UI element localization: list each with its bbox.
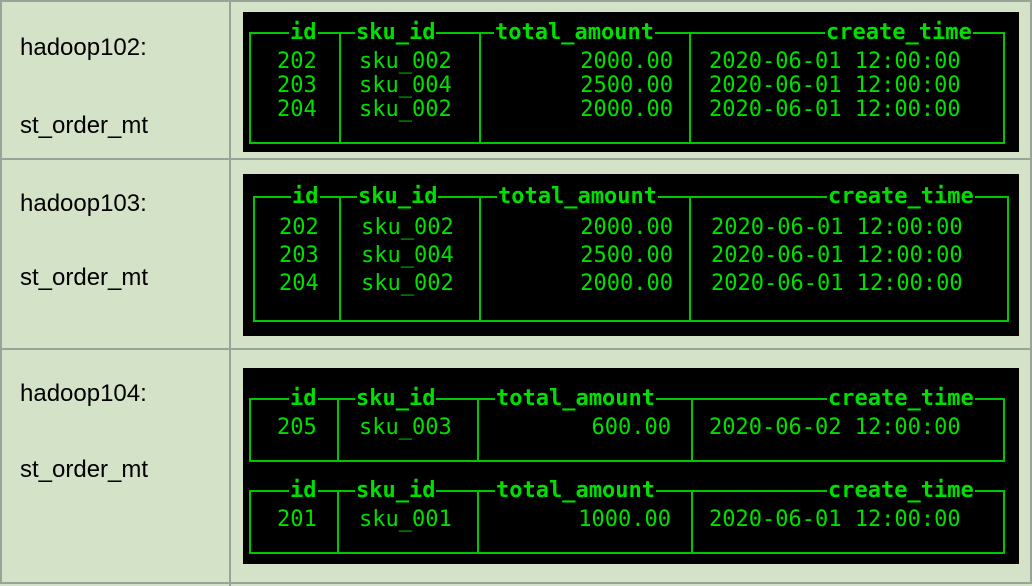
cell-create-time: 2020-06-02 12:00:00 <box>709 415 961 440</box>
cell-total-amount: 2500.00 <box>580 243 673 268</box>
header-total-amount: total_amount <box>494 20 655 46</box>
result-table: id sku_id total_amount create_time 202 s… <box>253 184 1009 322</box>
column-separator <box>477 400 479 460</box>
terminal-output: id sku_id total_amount create_time 202 s… <box>243 12 1019 152</box>
host-label: hadoop104: <box>20 380 147 407</box>
cell-total-amount: 2000.00 <box>580 215 673 240</box>
cell-sku-id: sku_004 <box>361 243 454 268</box>
header-sku-id: sku_id <box>355 20 437 46</box>
header-create-time: create_time <box>827 386 975 412</box>
column-separator <box>689 34 691 142</box>
column-separator <box>479 198 481 320</box>
table-name-label: st_order_mt <box>20 112 149 139</box>
cell-id: 205 <box>277 415 317 440</box>
cell-sku-id: sku_002 <box>361 271 454 296</box>
table-name-label: st_order_mt <box>20 264 149 291</box>
cell-total-amount: 1000.00 <box>578 507 671 532</box>
column-separator <box>479 34 481 142</box>
header-sku-id: sku_id <box>355 478 437 504</box>
header-create-time: create_time <box>827 184 975 210</box>
terminal-output: id sku_id total_amount create_time 205 s… <box>243 368 1019 564</box>
header-id: id <box>291 184 320 210</box>
cell-id: 204 <box>279 271 319 296</box>
table-name-label: st_order_mt <box>20 456 149 483</box>
cell-id: 201 <box>277 507 317 532</box>
header-sku-id: sku_id <box>357 184 439 210</box>
cell-create-time: 2020-06-01 12:00:00 <box>711 243 963 268</box>
cell-total-amount: 2500.00 <box>580 73 673 98</box>
header-sku-id: sku_id <box>355 386 437 412</box>
host-label: hadoop103: <box>20 190 147 217</box>
result-table: id sku_id total_amount create_time 205 s… <box>249 386 1005 462</box>
cell-sku-id: sku_002 <box>359 49 452 74</box>
header-id: id <box>289 478 318 504</box>
header-create-time: create_time <box>827 478 975 504</box>
header-total-amount: total_amount <box>495 386 656 412</box>
cell-create-time: 2020-06-01 12:00:00 <box>711 215 963 240</box>
cell-create-time: 2020-06-01 12:00:00 <box>709 73 961 98</box>
column-separator <box>689 198 691 320</box>
cell-id: 202 <box>277 49 317 74</box>
cell-total-amount: 600.00 <box>591 415 671 440</box>
column-separator <box>691 400 693 460</box>
cell-total-amount: 2000.00 <box>580 49 673 74</box>
cell-create-time: 2020-06-01 12:00:00 <box>709 49 961 74</box>
terminal-output: id sku_id total_amount create_time 202 s… <box>243 174 1019 336</box>
cell-sku-id: sku_004 <box>359 73 452 98</box>
result-table: id sku_id total_amount create_time 201 s… <box>249 478 1005 554</box>
column-separator <box>337 400 339 460</box>
table-row-hadoop104: hadoop104: st_order_mt id sku_id total_a… <box>2 348 1032 586</box>
cell-create-time: 2020-06-01 12:00:00 <box>709 507 961 532</box>
column-separator <box>691 492 693 552</box>
header-total-amount: total_amount <box>495 478 656 504</box>
cell-sku-id: sku_002 <box>361 215 454 240</box>
column-separator <box>477 492 479 552</box>
table-row-hadoop103: hadoop103: st_order_mt id sku_id total_a… <box>2 158 1032 350</box>
column-separator <box>337 492 339 552</box>
cell-sku-id: sku_001 <box>359 507 452 532</box>
document-table: hadoop102: st_order_mt id sku_id total_a… <box>0 0 1032 586</box>
cell-total-amount: 2000.00 <box>580 97 673 122</box>
cell-total-amount: 2000.00 <box>580 271 673 296</box>
cell-id: 202 <box>279 215 319 240</box>
column-separator <box>339 198 341 320</box>
header-id: id <box>289 386 318 412</box>
header-create-time: create_time <box>825 20 973 46</box>
cell-id: 203 <box>279 243 319 268</box>
header-id: id <box>289 20 318 46</box>
cell-sku-id: sku_003 <box>359 415 452 440</box>
cell-id: 204 <box>277 97 317 122</box>
column-separator <box>339 34 341 142</box>
cell-id: 203 <box>277 73 317 98</box>
result-table: id sku_id total_amount create_time 202 s… <box>249 20 1005 144</box>
table-row-hadoop102: hadoop102: st_order_mt id sku_id total_a… <box>2 2 1032 158</box>
cell-create-time: 2020-06-01 12:00:00 <box>709 97 961 122</box>
cell-create-time: 2020-06-01 12:00:00 <box>711 271 963 296</box>
cell-sku-id: sku_002 <box>359 97 452 122</box>
header-total-amount: total_amount <box>497 184 658 210</box>
host-label: hadoop102: <box>20 34 147 61</box>
